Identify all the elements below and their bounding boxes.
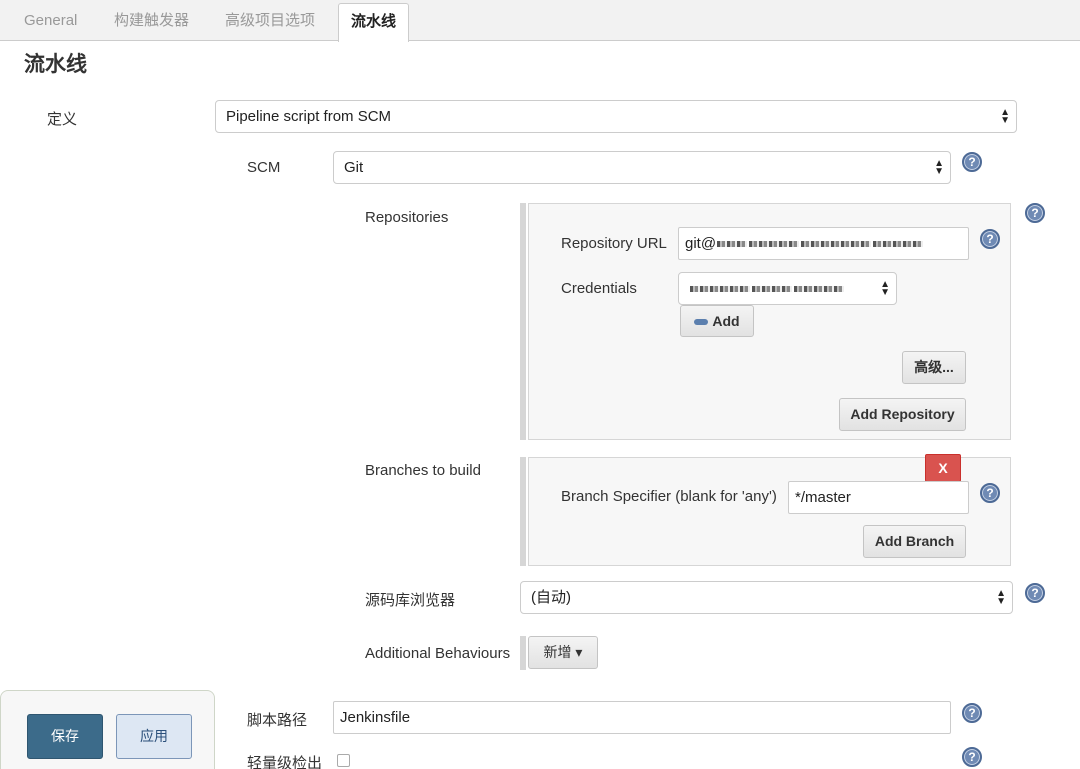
advanced-button[interactable]: 高级... — [902, 351, 966, 384]
scm-label: SCM — [247, 159, 281, 176]
definition-value: Pipeline script from SCM — [226, 108, 392, 125]
script-path-label: 脚本路径 — [247, 712, 308, 729]
help-icon[interactable]: ? — [1025, 583, 1045, 603]
repository-url-value: git@ — [685, 235, 717, 252]
key-icon — [694, 319, 709, 326]
script-path-input[interactable]: Jenkinsfile — [333, 701, 951, 734]
branches-bar — [520, 457, 526, 566]
tab-bar: General 构建触发器 高级项目选项 流水线 — [0, 0, 1080, 42]
repository-url-label: Repository URL — [561, 235, 667, 252]
add-repository-button[interactable]: Add Repository — [839, 398, 966, 431]
credentials-select[interactable]: ▲ ▼ — [678, 272, 897, 305]
remove-branch-button[interactable]: X — [925, 454, 961, 482]
redacted-text — [752, 286, 792, 293]
definition-select[interactable]: Pipeline script from SCM ▲ ▼ — [215, 100, 1017, 133]
caret-down-icon: ▾ — [575, 644, 583, 660]
help-icon[interactable]: ? — [962, 703, 982, 723]
redacted-text — [801, 241, 872, 248]
select-arrows-icon: ▲ ▼ — [880, 279, 890, 298]
tab-pipeline[interactable]: 流水线 — [338, 3, 410, 42]
help-icon[interactable]: ? — [1025, 203, 1045, 223]
select-arrows-icon: ▲ ▼ — [1000, 107, 1010, 126]
scm-value: Git — [344, 159, 364, 176]
redacted-text — [873, 241, 924, 248]
help-icon[interactable]: ? — [962, 152, 982, 172]
repository-url-input[interactable]: git@ — [678, 227, 969, 260]
redacted-text — [749, 241, 800, 248]
add-branch-button[interactable]: Add Branch — [863, 525, 966, 558]
redacted-text — [717, 241, 748, 248]
help-icon[interactable]: ? — [980, 483, 1000, 503]
apply-button[interactable]: 应用 — [116, 714, 192, 759]
behaviours-bar — [520, 636, 526, 670]
lightweight-checkout-checkbox[interactable] — [337, 754, 350, 767]
tab-advanced-options[interactable]: 高级项目选项 — [225, 0, 315, 41]
lightweight-checkout-label: 轻量级检出 — [247, 755, 323, 769]
tab-build-triggers[interactable]: 构建触发器 — [114, 0, 189, 41]
repo-browser-select[interactable]: (自动) ▲ ▼ — [520, 581, 1013, 614]
repo-browser-label: 源码库浏览器 — [365, 592, 456, 609]
redacted-text — [794, 286, 844, 293]
definition-label: 定义 — [47, 111, 78, 128]
add-credentials-button[interactable]: Add — [680, 305, 754, 337]
help-icon[interactable]: ? — [980, 229, 1000, 249]
redacted-text — [690, 286, 750, 293]
repositories-label: Repositories — [365, 209, 449, 226]
scm-select[interactable]: Git ▲ ▼ — [333, 151, 951, 184]
select-arrows-icon: ▲ ▼ — [996, 588, 1006, 607]
select-arrows-icon: ▲ ▼ — [934, 158, 944, 177]
help-icon[interactable]: ? — [962, 747, 982, 767]
branch-specifier-label: Branch Specifier (blank for 'any') — [561, 488, 777, 505]
repositories-bar — [520, 203, 526, 440]
additional-behaviours-label: Additional Behaviours — [365, 645, 511, 662]
branch-specifier-input[interactable]: */master — [788, 481, 969, 514]
section-title: 流水线 — [24, 53, 87, 76]
add-behaviour-button[interactable]: 新增 ▾ — [528, 636, 598, 669]
save-button[interactable]: 保存 — [27, 714, 103, 759]
branches-label: Branches to build — [365, 462, 481, 479]
credentials-label-text: Credentials — [561, 280, 637, 297]
repo-browser-value: (自动) — [531, 589, 571, 606]
tab-general[interactable]: General — [24, 0, 77, 41]
